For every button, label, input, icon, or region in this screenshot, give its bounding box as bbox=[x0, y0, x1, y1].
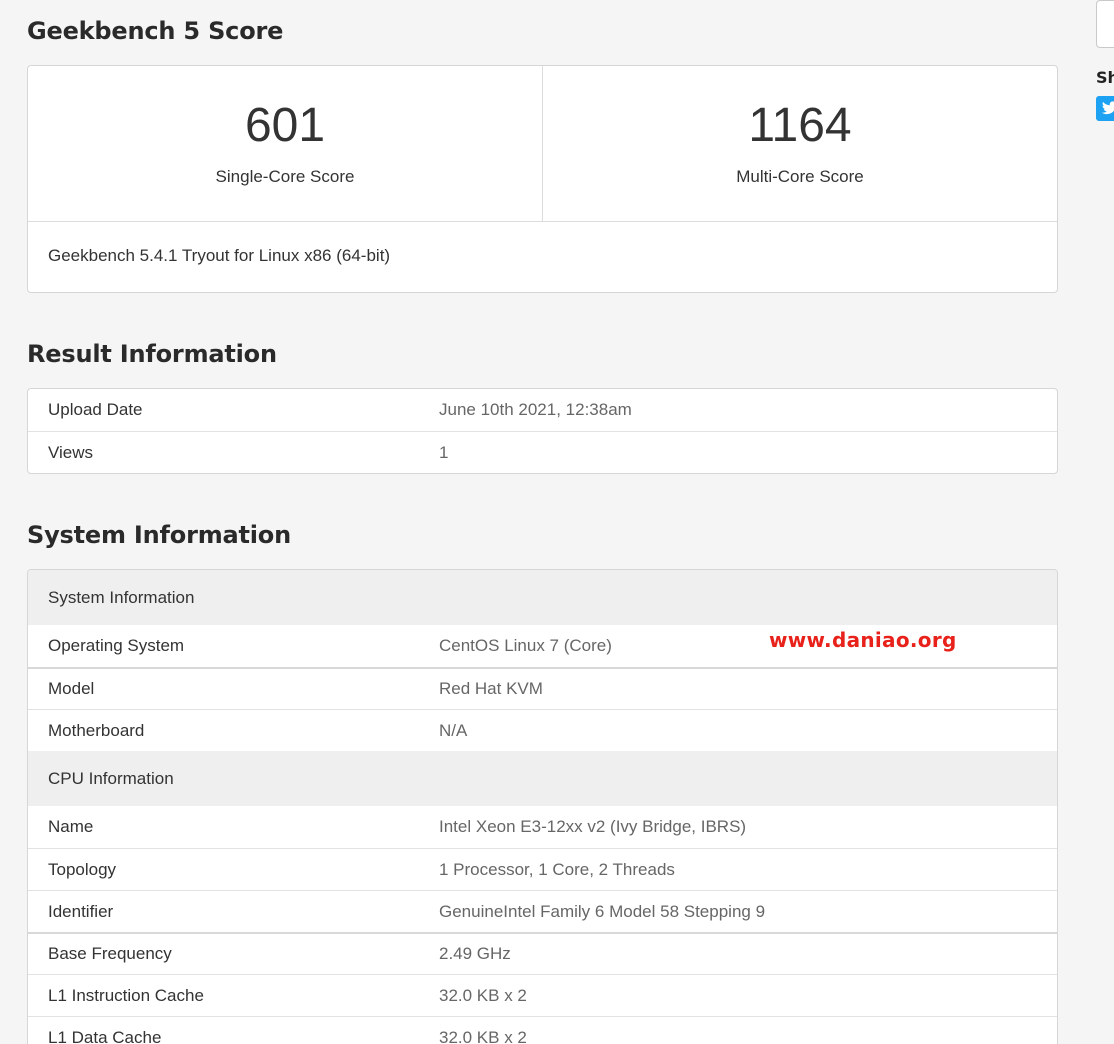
table-row: Views 1 bbox=[28, 431, 1057, 473]
table-row: Identifier GenuineIntel Family 6 Model 5… bbox=[28, 890, 1057, 932]
result-info-table: Upload Date June 10th 2021, 12:38am View… bbox=[27, 388, 1058, 474]
row-value: Red Hat KVM bbox=[439, 679, 543, 698]
row-value: GenuineIntel Family 6 Model 58 Stepping … bbox=[439, 901, 766, 921]
single-core-score-label: Single-Core Score bbox=[215, 167, 355, 186]
row-key: Topology bbox=[48, 859, 117, 879]
row-key: Operating System bbox=[48, 636, 185, 655]
score-row: 601 Single-Core Score 1164 Multi-Core Sc… bbox=[28, 66, 1057, 222]
table-row: Name Intel Xeon E3-12xx v2 (Ivy Bridge, … bbox=[28, 806, 1057, 848]
row-value: 2.49 GHz bbox=[439, 944, 511, 963]
watermark-text: www.daniao.org bbox=[769, 628, 957, 652]
twitter-share-button[interactable] bbox=[1096, 96, 1114, 121]
row-key: Name bbox=[48, 817, 94, 836]
row-value: June 10th 2021, 12:38am bbox=[439, 400, 632, 419]
multi-core-score-value: 1164 bbox=[748, 99, 852, 152]
twitter-icon bbox=[1102, 101, 1114, 115]
row-key: Views bbox=[48, 442, 94, 462]
single-core-cell: 601 Single-Core Score bbox=[28, 66, 542, 221]
share-label: Sh bbox=[1096, 68, 1114, 87]
system-group-header: System Information bbox=[28, 570, 1057, 625]
row-value: CentOS Linux 7 (Core) bbox=[439, 636, 612, 655]
table-row: Motherboard N/A bbox=[28, 709, 1057, 751]
row-value: 32.0 KB x 2 bbox=[439, 1027, 527, 1044]
system-section-title: System Information bbox=[27, 521, 291, 549]
cpu-group-header: CPU Information bbox=[28, 751, 1057, 806]
row-value: 1 Processor, 1 Core, 2 Threads bbox=[439, 859, 675, 879]
row-value: Intel Xeon E3-12xx v2 (Ivy Bridge, IBRS) bbox=[439, 817, 747, 836]
row-key: L1 Instruction Cache bbox=[48, 985, 204, 1005]
page: Geekbench 5 Score 601 Single-Core Score … bbox=[0, 0, 1114, 1044]
row-value: 1 bbox=[439, 442, 449, 462]
multi-core-cell: 1164 Multi-Core Score bbox=[542, 66, 1057, 221]
benchmark-version: Geekbench 5.4.1 Tryout for Linux x86 (64… bbox=[48, 246, 391, 265]
score-section-title: Geekbench 5 Score bbox=[27, 17, 284, 45]
result-section-title: Result Information bbox=[27, 340, 277, 368]
row-value: N/A bbox=[439, 720, 468, 740]
table-row: L1 Data Cache 32.0 KB x 2 bbox=[28, 1016, 1057, 1044]
row-key: Model bbox=[48, 679, 95, 698]
single-core-score-value: 601 bbox=[244, 99, 326, 152]
multi-core-score-label: Multi-Core Score bbox=[736, 167, 864, 186]
row-key: Upload Date bbox=[48, 400, 143, 419]
row-key: Base Frequency bbox=[48, 944, 172, 963]
sidebar-button[interactable] bbox=[1096, 0, 1114, 48]
row-key: L1 Data Cache bbox=[48, 1027, 162, 1044]
row-value: 32.0 KB x 2 bbox=[439, 985, 527, 1005]
row-key: Identifier bbox=[48, 901, 114, 921]
table-row: Model Red Hat KVM bbox=[28, 667, 1057, 709]
score-card: 601 Single-Core Score 1164 Multi-Core Sc… bbox=[27, 65, 1058, 293]
table-row: Topology 1 Processor, 1 Core, 2 Threads bbox=[28, 848, 1057, 890]
table-row: Upload Date June 10th 2021, 12:38am bbox=[28, 389, 1057, 431]
table-row: Base Frequency 2.49 GHz bbox=[28, 932, 1057, 974]
table-row: L1 Instruction Cache 32.0 KB x 2 bbox=[28, 974, 1057, 1016]
row-key: Motherboard bbox=[48, 720, 145, 740]
